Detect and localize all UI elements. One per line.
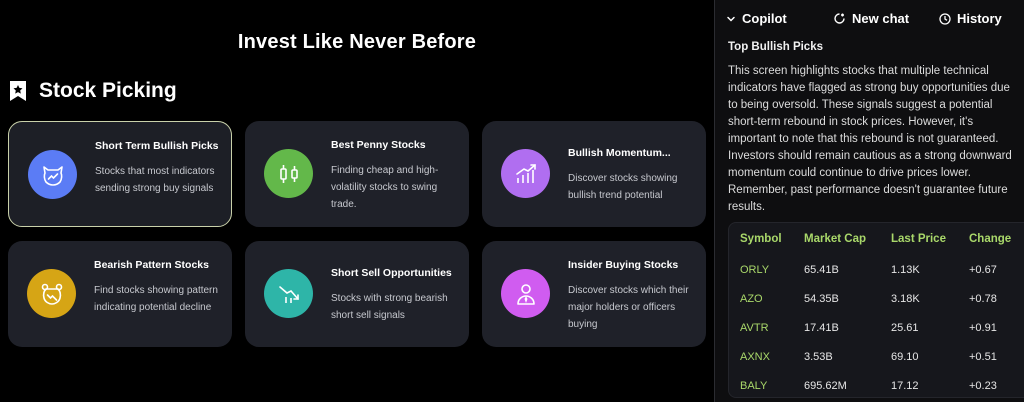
column-header-symbol[interactable]: Symbol <box>729 223 793 255</box>
card-short-term-bullish[interactable]: Short Term Bullish Picks Stocks that mos… <box>8 121 232 227</box>
card-title: Bearish Pattern Stocks <box>94 259 209 271</box>
new-chat-button[interactable]: New chat <box>833 11 909 26</box>
results-table: Symbol Market Cap Last Price Change ORLY… <box>729 223 1024 397</box>
market-cap-cell: 3.53B <box>804 350 833 363</box>
table-row[interactable]: BALY 695.62M 17.12 +0.23 <box>729 371 1024 397</box>
market-cap-cell: 65.41B <box>804 263 839 276</box>
table-header-row: Symbol Market Cap Last Price Change <box>729 223 1024 255</box>
answer-body: This screen highlights stocks that multi… <box>728 65 1012 213</box>
copilot-header: Copilot New chat History <box>715 0 1024 38</box>
last-price-cell: 25.61 <box>891 321 919 334</box>
bear-chart-icon <box>27 269 76 318</box>
symbol-cell[interactable]: ORLY <box>729 255 793 284</box>
main-area: Invest Like Never Before Stock Picking S… <box>0 0 714 402</box>
card-description: Finding cheap and high-volatility stocks… <box>331 165 439 210</box>
card-description: Stocks that most indicators sending stro… <box>95 166 215 194</box>
bull-chart-icon <box>28 150 77 199</box>
clock-icon <box>939 12 951 25</box>
card-description: Find stocks showing pattern indicating p… <box>94 285 218 313</box>
candlestick-icon <box>264 149 313 198</box>
change-cell: +0.51 <box>969 350 997 363</box>
change-cell: +0.91 <box>969 321 997 334</box>
card-insider-buying[interactable]: Insider Buying Stocks Discover stocks wh… <box>482 241 706 347</box>
symbol-cell[interactable]: AZO <box>729 284 793 313</box>
trend-down-icon <box>264 269 313 318</box>
answer-title: Top Bullish Picks <box>728 41 823 53</box>
card-short-sell[interactable]: Short Sell Opportunities Stocks with str… <box>245 241 469 347</box>
column-header-last-price[interactable]: Last Price <box>880 223 958 255</box>
change-cell: +0.23 <box>969 379 997 392</box>
bookmark-star-icon <box>8 80 28 102</box>
card-bearish-pattern[interactable]: Bearish Pattern Stocks Find stocks showi… <box>8 241 232 347</box>
change-cell: +0.78 <box>969 292 997 305</box>
card-description: Discover stocks showing bullish trend po… <box>568 173 678 201</box>
section-header: Stock Picking <box>8 79 177 103</box>
card-bullish-momentum[interactable]: Bullish Momentum... Discover stocks show… <box>482 121 706 227</box>
card-title: Bullish Momentum... <box>568 147 671 159</box>
chevron-down-icon <box>726 14 736 24</box>
last-price-cell: 17.12 <box>891 379 919 392</box>
column-header-change[interactable]: Change <box>958 223 1024 255</box>
last-price-cell: 69.10 <box>891 350 919 363</box>
column-header-market-cap[interactable]: Market Cap <box>793 223 880 255</box>
copilot-panel: Copilot New chat History Top Bullish Pic… <box>714 0 1024 402</box>
card-description: Discover stocks which their major holder… <box>568 285 689 330</box>
section-title: Stock Picking <box>39 79 177 102</box>
market-cap-cell: 54.35B <box>804 292 839 305</box>
table-row[interactable]: AVTR 17.41B 25.61 +0.91 <box>729 313 1024 342</box>
history-label: History <box>957 11 1002 26</box>
bar-trend-up-icon <box>501 149 550 198</box>
results-table-container[interactable]: Symbol Market Cap Last Price Change ORLY… <box>728 222 1024 398</box>
history-button[interactable]: History <box>939 11 1002 26</box>
new-chat-label: New chat <box>852 11 910 26</box>
card-title: Best Penny Stocks <box>331 139 426 151</box>
market-cap-cell: 17.41B <box>804 321 839 334</box>
hero-title: Invest Like Never Before <box>237 31 477 53</box>
table-row[interactable]: AXNX 3.53B 69.10 +0.51 <box>729 342 1024 371</box>
insider-person-icon <box>501 269 550 318</box>
card-description: Stocks with strong bearish short sell si… <box>331 293 448 321</box>
market-cap-cell: 695.62M <box>804 379 847 392</box>
last-price-cell: 1.13K <box>891 263 920 276</box>
symbol-cell[interactable]: AXNX <box>729 342 793 371</box>
symbol-cell[interactable]: BALY <box>729 371 793 397</box>
table-row[interactable]: ORLY 65.41B 1.13K +0.67 <box>729 255 1024 284</box>
card-title: Short Term Bullish Picks <box>95 140 219 152</box>
card-title: Insider Buying Stocks <box>568 259 679 271</box>
copilot-title: Copilot <box>742 11 787 26</box>
copilot-collapse-toggle[interactable]: Copilot <box>726 11 787 26</box>
last-price-cell: 3.18K <box>891 292 920 305</box>
card-best-penny-stocks[interactable]: Best Penny Stocks Finding cheap and high… <box>245 121 469 227</box>
change-cell: +0.67 <box>969 263 997 276</box>
new-chat-icon <box>833 12 846 25</box>
card-title: Short Sell Opportunities <box>331 267 452 279</box>
symbol-cell[interactable]: AVTR <box>729 313 793 342</box>
table-row[interactable]: AZO 54.35B 3.18K +0.78 <box>729 284 1024 313</box>
